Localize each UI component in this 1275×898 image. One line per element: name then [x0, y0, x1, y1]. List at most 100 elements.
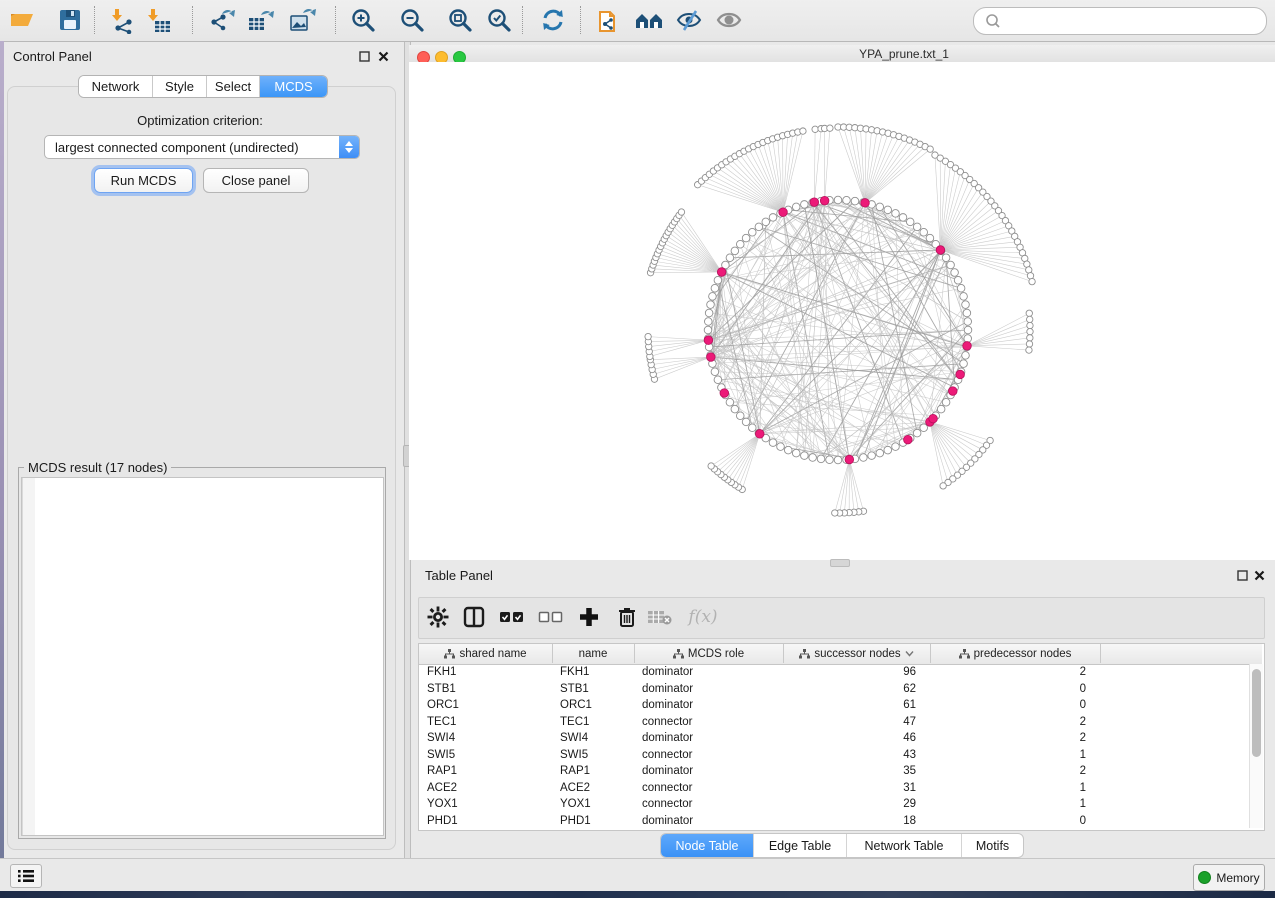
memory-button[interactable]: Memory: [1193, 864, 1265, 891]
table-header: shared namenameMCDS rolesuccessor nodesp…: [419, 644, 1262, 665]
horizontal-splitter-handle[interactable]: [830, 559, 850, 567]
cell-shared-name: SWI4: [427, 730, 455, 746]
zoom-out-icon[interactable]: [396, 4, 428, 36]
refresh-icon[interactable]: [537, 4, 569, 36]
hide-selected-icon[interactable]: [673, 4, 705, 36]
status-menu-button[interactable]: [10, 864, 42, 888]
table-row-TEC1[interactable]: TEC1TEC1connector472: [419, 714, 1262, 730]
combo-stepper-icon: [339, 136, 359, 158]
select-all-icon[interactable]: [497, 602, 527, 632]
delete-table-icon[interactable]: [645, 602, 675, 632]
deselect-all-icon[interactable]: [536, 602, 566, 632]
table-row-ORC1[interactable]: ORC1ORC1dominator610: [419, 697, 1262, 713]
network-canvas[interactable]: [409, 62, 1275, 560]
export-image-icon[interactable]: [286, 4, 318, 36]
cell-successor-nodes: 46: [783, 730, 916, 746]
float-table-panel-icon[interactable]: [1236, 569, 1249, 582]
import-table-icon[interactable]: [143, 4, 175, 36]
optimization-criterion-select[interactable]: largest connected component (undirected): [44, 135, 360, 159]
function-builder-icon[interactable]: f(x): [683, 602, 723, 632]
table-row-RAP1[interactable]: RAP1RAP1dominator352: [419, 763, 1262, 779]
tab-network[interactable]: Network: [79, 76, 153, 97]
column-header-mcds-role[interactable]: MCDS role: [634, 644, 784, 663]
web-export-icon[interactable]: [592, 4, 624, 36]
close-table-panel-icon[interactable]: [1253, 569, 1266, 582]
cell-name: RAP1: [560, 763, 590, 779]
close-panel-button[interactable]: Close panel: [203, 168, 309, 193]
cell-successor-nodes: 29: [783, 796, 916, 812]
tab-style[interactable]: Style: [153, 76, 207, 97]
column-header-successor-nodes[interactable]: successor nodes: [783, 644, 931, 663]
column-header-name[interactable]: name: [552, 644, 635, 663]
tab-select[interactable]: Select: [207, 76, 260, 97]
zoom-selected-icon[interactable]: [483, 4, 515, 36]
mcds-result-title: MCDS result (17 nodes): [24, 460, 171, 475]
table-settings-icon[interactable]: [423, 602, 453, 632]
search-icon: [982, 11, 1006, 31]
cell-shared-name: STB1: [427, 681, 456, 697]
cell-name: PHD1: [560, 813, 591, 829]
cell-name: ORC1: [560, 697, 592, 713]
cell-predecessor-nodes: 2: [930, 730, 1086, 746]
cell-mcds-role: connector: [642, 780, 693, 796]
cell-predecessor-nodes: 2: [930, 763, 1086, 779]
cell-successor-nodes: 43: [783, 747, 916, 763]
run-mcds-button[interactable]: Run MCDS: [94, 168, 193, 193]
cell-successor-nodes: 31: [783, 780, 916, 796]
memory-status-icon: [1198, 871, 1211, 884]
cell-name: FKH1: [560, 664, 589, 680]
cell-predecessor-nodes: 1: [930, 796, 1086, 812]
list-scrollbar[interactable]: [22, 478, 35, 835]
zoom-in-icon[interactable]: [347, 4, 379, 36]
tab-motifs[interactable]: Motifs: [962, 834, 1023, 857]
export-table-icon[interactable]: [244, 4, 276, 36]
network-window-title: YPA_prune.txt_1: [409, 47, 1275, 61]
mcds-result-item[interactable]: PHD1: [22, 835, 383, 836]
node-table: shared namenameMCDS rolesuccessor nodesp…: [418, 643, 1265, 831]
table-row-FKH1[interactable]: FKH1FKH1dominator962: [419, 664, 1262, 680]
cell-shared-name: FKH1: [427, 664, 456, 680]
close-panel-icon[interactable]: [377, 50, 390, 63]
cell-mcds-role: dominator: [642, 681, 693, 697]
sort-descending-icon: [905, 650, 914, 657]
column-type-icon: [673, 649, 684, 659]
cell-mcds-role: dominator: [642, 664, 693, 680]
add-column-icon[interactable]: [574, 602, 604, 632]
show-all-icon[interactable]: [713, 4, 745, 36]
tab-mcds[interactable]: MCDS: [260, 76, 327, 97]
table-row-YOX1[interactable]: YOX1YOX1connector291: [419, 796, 1262, 812]
tab-node-table[interactable]: Node Table: [661, 834, 754, 857]
mcds-result-list[interactable]: PHD1CAR1STP4TID3YOX1SWI4SRD1PMA2FKH1ACE2…: [21, 477, 384, 836]
table-row-SWI4[interactable]: SWI4SWI4dominator462: [419, 730, 1262, 746]
table-row-ACE2[interactable]: ACE2ACE2connector311: [419, 780, 1262, 796]
table-scrollbar[interactable]: [1249, 664, 1263, 828]
cell-shared-name: SWI5: [427, 747, 455, 763]
control-panel-title: Control Panel: [13, 49, 92, 64]
tab-network-table[interactable]: Network Table: [847, 834, 962, 857]
table-row-STB1[interactable]: STB1STB1dominator620: [419, 681, 1262, 697]
search-input[interactable]: [1006, 13, 1250, 30]
import-network-icon[interactable]: [107, 4, 139, 36]
export-network-icon[interactable]: [206, 4, 238, 36]
delete-column-icon[interactable]: [612, 602, 642, 632]
cell-predecessor-nodes: 2: [930, 714, 1086, 730]
table-row-SWI5[interactable]: SWI5SWI5connector431: [419, 747, 1262, 763]
tab-edge-table[interactable]: Edge Table: [754, 834, 847, 857]
toolbar-separator: [580, 6, 581, 34]
column-header-predecessor-nodes[interactable]: predecessor nodes: [930, 644, 1101, 663]
cell-predecessor-nodes: 0: [930, 813, 1086, 829]
cell-successor-nodes: 35: [783, 763, 916, 779]
cell-successor-nodes: 96: [783, 664, 916, 680]
first-neighbors-icon[interactable]: [633, 4, 665, 36]
table-row-PHD1[interactable]: PHD1PHD1dominator180: [419, 813, 1262, 829]
column-type-icon: [959, 649, 970, 659]
network-graph[interactable]: [409, 62, 1275, 560]
show-columns-icon[interactable]: [459, 602, 489, 632]
table-scrollbar-thumb[interactable]: [1252, 669, 1261, 757]
save-session-icon[interactable]: [54, 4, 86, 36]
float-panel-icon[interactable]: [358, 50, 371, 63]
column-header-shared-name[interactable]: shared name: [419, 644, 553, 663]
cell-name: YOX1: [560, 796, 591, 812]
zoom-fit-icon[interactable]: [444, 4, 476, 36]
open-session-icon[interactable]: [6, 4, 38, 36]
